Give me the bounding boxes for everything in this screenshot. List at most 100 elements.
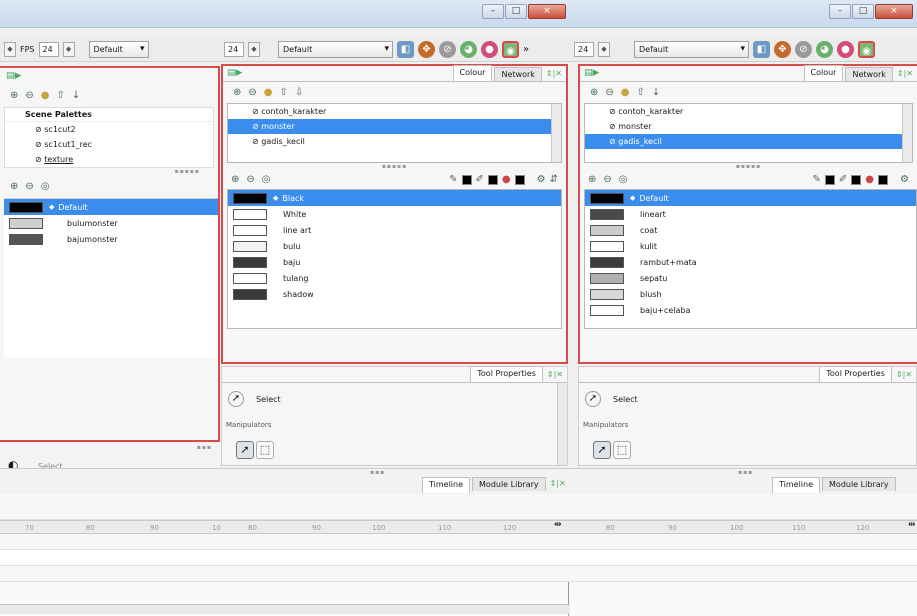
pencil-icon[interactable]: ✎ (449, 174, 457, 185)
playhead-icon[interactable]: ⇹ (908, 520, 916, 530)
colour-row[interactable]: ◆ Default (4, 199, 218, 215)
folder-icon[interactable]: ● (264, 87, 273, 98)
eyedropper-icon[interactable]: ◎ (262, 174, 271, 185)
colour-row[interactable]: ◆ Black (228, 190, 561, 206)
scene-palette-item[interactable]: ⊘ sc1cut1_rec (5, 137, 213, 152)
colour-row[interactable]: baju+celaba (585, 302, 916, 318)
playhead-icon[interactable]: ⇹ (554, 520, 562, 530)
up-icon[interactable]: ⇧ (637, 87, 645, 98)
add-colour-icon[interactable]: ⊕ (588, 174, 596, 185)
swatch-toggle-icon[interactable] (824, 174, 835, 185)
dock-controls[interactable]: ⇕|✕ (546, 477, 570, 493)
up-icon[interactable]: ⇧ (57, 90, 65, 101)
transform-icon[interactable]: ✥ (418, 41, 435, 58)
swatch-toggle-icon[interactable] (514, 174, 525, 185)
down-icon[interactable]: ⇩ (295, 87, 303, 98)
right-fps-stepper[interactable]: ◆ (598, 42, 610, 57)
dock-controls[interactable]: ⇕|✕ (543, 368, 567, 382)
colour-row[interactable]: sepatu (585, 270, 916, 286)
tab-colour[interactable]: Colour (452, 65, 493, 81)
palette-item[interactable]: ⊘ contoh_karakter (228, 104, 561, 119)
colour-row[interactable]: bulumonster (4, 215, 218, 231)
panel-menu-icon[interactable]: ▤▶ (227, 68, 242, 78)
arrow-manipulator-icon[interactable]: ➚ (236, 441, 254, 459)
transform-icon[interactable]: ✥ (774, 41, 791, 58)
palette-item[interactable]: ⊘ monster (228, 119, 561, 134)
add-icon[interactable]: ⊕ (233, 87, 241, 98)
colour-row[interactable]: bulu (228, 238, 561, 254)
folder-icon[interactable]: ● (621, 87, 630, 98)
right-style-dropdown[interactable]: Default (634, 41, 749, 58)
arrow-manipulator-icon[interactable]: ➚ (593, 441, 611, 459)
brush-fill-icon[interactable]: ✐ (839, 174, 847, 185)
remove-colour-icon[interactable]: ⊖ (603, 174, 611, 185)
splitter-grip[interactable]: ▪▪▪ (0, 442, 220, 451)
remove-icon[interactable]: ⊖ (25, 90, 33, 101)
scene-palette-item[interactable]: ⊘ texture (5, 152, 213, 167)
add-colour-icon[interactable]: ⊕ (231, 174, 239, 185)
timeline-scrollbar[interactable] (0, 604, 570, 614)
colour-row[interactable]: blush (585, 286, 916, 302)
dock-controls[interactable]: ⇕|✕ (892, 368, 916, 382)
colour-row[interactable]: White (228, 206, 561, 222)
eyedropper-icon[interactable]: ◎ (619, 174, 628, 185)
minimize-button[interactable]: – (482, 4, 504, 19)
swatch-toggle-icon[interactable] (461, 174, 472, 185)
folder-icon[interactable]: ● (41, 90, 50, 101)
maximize-button[interactable]: □ (505, 4, 527, 19)
add-icon[interactable]: ⊕ (590, 87, 598, 98)
colour-row[interactable]: coat (585, 222, 916, 238)
fps-spinner[interactable]: ◆ (4, 42, 16, 57)
add-colour-icon[interactable]: ⊕ (10, 181, 18, 192)
palette-scrollbar[interactable] (902, 104, 912, 162)
tab-tool-properties[interactable]: Tool Properties (819, 366, 892, 382)
dock-controls[interactable]: ⇕|✕ (542, 67, 566, 81)
paint-icon[interactable]: ● (865, 174, 874, 185)
swatch-toggle-icon[interactable] (487, 174, 498, 185)
eyedropper-icon[interactable]: ◎ (41, 181, 50, 192)
brush-icon[interactable]: ⊘ (795, 41, 812, 58)
tab-colour[interactable]: Colour (803, 65, 844, 81)
overflow-icon[interactable]: » (523, 44, 529, 55)
fps-stepper[interactable]: ◆ (62, 42, 75, 57)
splitter-grip[interactable]: ▪▪▪ (738, 469, 753, 476)
tab-network[interactable]: Network (845, 67, 893, 81)
tab-module-library[interactable]: Module Library (822, 477, 896, 491)
colour-row[interactable]: kulit (585, 238, 916, 254)
scene-icon[interactable]: ◉ (502, 41, 519, 58)
brush-fill-icon[interactable]: ✐ (476, 174, 484, 185)
select-tool-icon[interactable]: ➚ (585, 391, 601, 407)
record-icon[interactable]: ● (481, 41, 498, 58)
tool-scrollbar[interactable] (557, 383, 567, 465)
remove-colour-icon[interactable]: ⊖ (246, 174, 254, 185)
colour-row[interactable]: baju (228, 254, 561, 270)
tab-timeline[interactable]: Timeline (772, 477, 821, 493)
add-icon[interactable]: ⊕ (10, 90, 18, 101)
maximize-button[interactable]: □ (852, 4, 874, 19)
remove-colour-icon[interactable]: ⊖ (25, 181, 33, 192)
panel-menu-icon[interactable]: ▤▶ (0, 68, 218, 84)
mid-style-dropdown[interactable]: Default (278, 41, 393, 58)
palette-item[interactable]: ⊘ contoh_karakter (585, 104, 912, 119)
colour-row[interactable]: rambut+mata (585, 254, 916, 270)
palette-scrollbar[interactable] (551, 104, 561, 162)
scene-palette-item[interactable]: ⊘ sc1cut2 (5, 122, 213, 137)
bounding-box-icon[interactable]: ⬚ (256, 441, 274, 459)
dock-controls[interactable]: ⇕|✕ (893, 67, 917, 81)
swatch-toggle-icon[interactable] (851, 174, 862, 185)
camera-icon[interactable]: ◧ (753, 41, 770, 58)
remove-icon[interactable]: ⊖ (248, 87, 256, 98)
tab-module-library[interactable]: Module Library (472, 477, 546, 491)
settings-icon[interactable]: ⚙ (537, 174, 546, 185)
fps-field[interactable]: 24 (38, 42, 59, 57)
splitter-grip[interactable]: ▪▪▪▪▪ (223, 163, 566, 170)
remove-icon[interactable]: ⊖ (605, 87, 613, 98)
minimize-button[interactable]: – (829, 4, 851, 19)
brush-icon[interactable]: ⊘ (439, 41, 456, 58)
close-button[interactable]: × (528, 4, 566, 19)
pencil-icon[interactable]: ✎ (813, 174, 821, 185)
record-icon[interactable]: ● (837, 41, 854, 58)
mid-fps-stepper[interactable]: ◆ (248, 42, 260, 57)
palette-icon[interactable]: ◕ (816, 41, 833, 58)
mid-fps-field[interactable]: 24 (224, 42, 244, 57)
